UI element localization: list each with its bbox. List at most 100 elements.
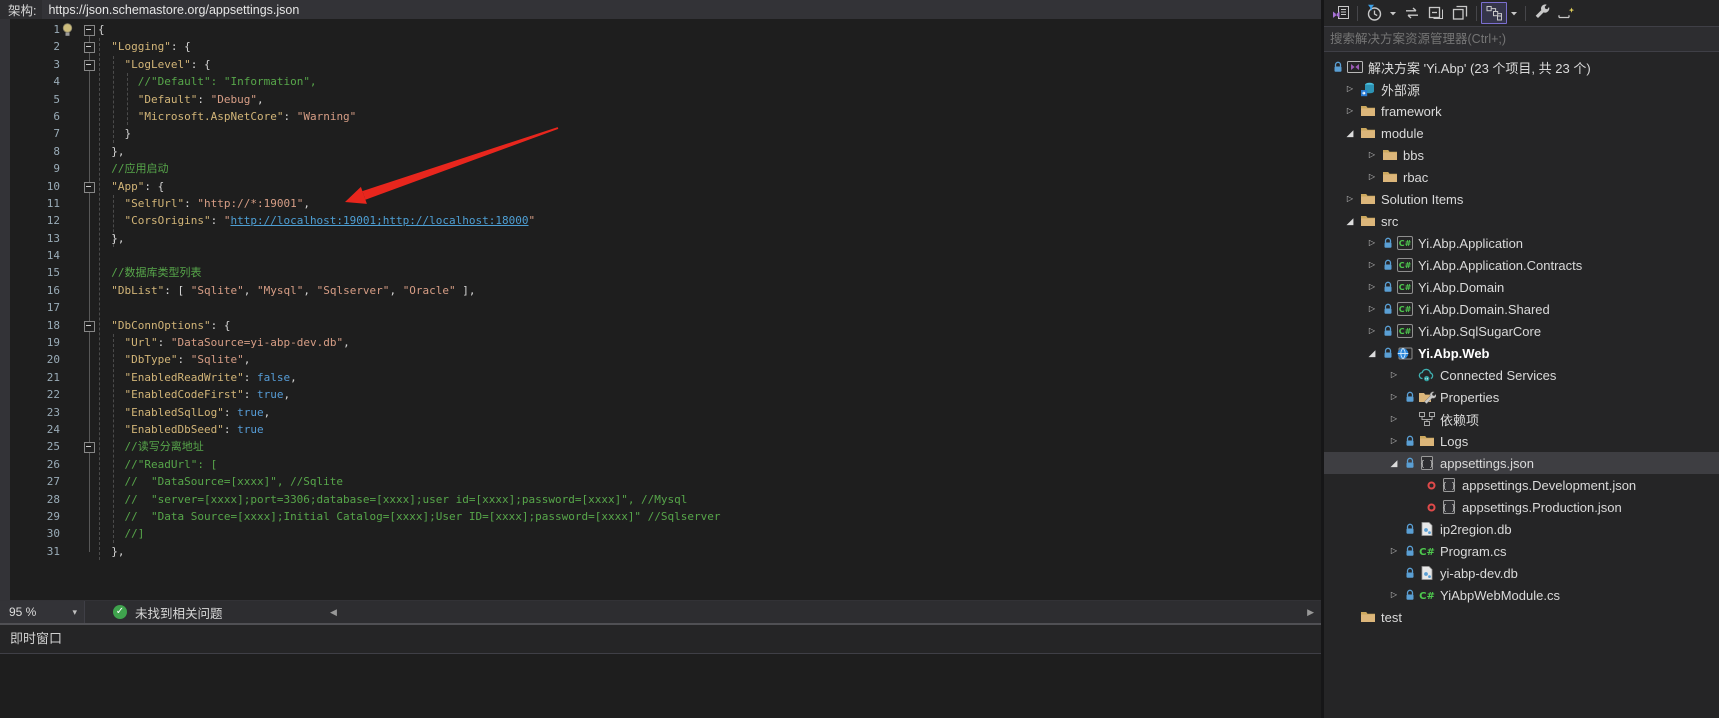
- fold-collapse-icon[interactable]: [84, 42, 95, 53]
- tree-item-11[interactable]: ▷C#Yi.Abp.Domain.Shared: [1324, 298, 1719, 320]
- code-line[interactable]: 11 "SelfUrl": "http://*:19001",: [0, 195, 1321, 212]
- sync-with-active-document-icon[interactable]: [1400, 3, 1424, 23]
- code-line[interactable]: 27 // "DataSource=[xxxx]", //Sqlite: [0, 473, 1321, 490]
- chevron-collapsed-icon[interactable]: ▷: [1364, 144, 1380, 166]
- code-line[interactable]: 8 },: [0, 143, 1321, 160]
- tree-item-13[interactable]: ◢Yi.Abp.Web: [1324, 342, 1719, 364]
- search-input[interactable]: [1324, 32, 1719, 46]
- tree-item-24[interactable]: ▷C#YiAbpWebModule.cs: [1324, 584, 1719, 606]
- code-line[interactable]: 24 "EnabledDbSeed": true: [0, 421, 1321, 438]
- chevron-collapsed-icon[interactable]: ▷: [1364, 166, 1380, 188]
- code-line[interactable]: 7 }: [0, 125, 1321, 142]
- tree-item-9[interactable]: ▷C#Yi.Abp.Application.Contracts: [1324, 254, 1719, 276]
- tree-item-1[interactable]: ▷外部源: [1324, 78, 1719, 100]
- code-line[interactable]: 31 },: [0, 543, 1321, 560]
- tree-item-21[interactable]: ip2region.db: [1324, 518, 1719, 540]
- fold-collapse-icon[interactable]: [84, 321, 95, 332]
- immediate-window-title[interactable]: 即时窗口: [0, 625, 1321, 654]
- chevron-collapsed-icon[interactable]: ▷: [1386, 408, 1402, 430]
- tree-item-solution-root[interactable]: 解决方案 'Yi.Abp' (23 个项目, 共 23 个): [1324, 56, 1719, 78]
- schema-url-combobox[interactable]: https://json.schemastore.org/appsettings…: [42, 0, 1321, 19]
- fold-collapse-icon[interactable]: [84, 442, 95, 453]
- code-line[interactable]: 12 "CorsOrigins": "http://localhost:1900…: [0, 212, 1321, 229]
- tree-item-3[interactable]: ◢module: [1324, 122, 1719, 144]
- code-line[interactable]: 10 "App": {: [0, 178, 1321, 195]
- chevron-collapsed-icon[interactable]: ▷: [1342, 78, 1358, 100]
- code-line[interactable]: 19 "Url": "DataSource=yi-abp-dev.db",: [0, 334, 1321, 351]
- code-line[interactable]: 28 // "server=[xxxx];port=3306;database=…: [0, 491, 1321, 508]
- code-line[interactable]: 3 "LogLevel": {: [0, 56, 1321, 73]
- tree-item-2[interactable]: ▷framework: [1324, 100, 1719, 122]
- chevron-collapsed-icon[interactable]: ▷: [1364, 298, 1380, 320]
- show-all-files-icon[interactable]: [1448, 3, 1472, 23]
- chevron-collapsed-icon[interactable]: ▷: [1386, 540, 1402, 562]
- properties-icon[interactable]: [1530, 3, 1554, 23]
- chevron-collapsed-icon[interactable]: ▷: [1364, 320, 1380, 342]
- fold-collapse-icon[interactable]: [84, 60, 95, 71]
- chevron-collapsed-icon[interactable]: ▷: [1386, 364, 1402, 386]
- tree-item-8[interactable]: ▷C#Yi.Abp.Application: [1324, 232, 1719, 254]
- fold-collapse-icon[interactable]: [84, 25, 95, 36]
- chevron-expanded-icon[interactable]: ◢: [1342, 210, 1358, 232]
- tree-item-20[interactable]: { }appsettings.Production.json: [1324, 496, 1719, 518]
- hscrollbar-right-arrow[interactable]: ▶: [1307, 601, 1314, 623]
- tree-item-17[interactable]: ▷Logs: [1324, 430, 1719, 452]
- chevron-expanded-icon[interactable]: ◢: [1342, 122, 1358, 144]
- code-line[interactable]: 26 //"ReadUrl": [: [0, 456, 1321, 473]
- chevron-collapsed-icon[interactable]: ▷: [1364, 232, 1380, 254]
- chevron-expanded-icon[interactable]: ◢: [1364, 342, 1380, 364]
- tree-item-23[interactable]: yi-abp-dev.db: [1324, 562, 1719, 584]
- tree-item-19[interactable]: { }appsettings.Development.json: [1324, 474, 1719, 496]
- code-line[interactable]: 22 "EnabledCodeFirst": true,: [0, 386, 1321, 403]
- tree-item-16[interactable]: ▷依赖项: [1324, 408, 1719, 430]
- pending-changes-filter-icon[interactable]: [1362, 3, 1386, 23]
- code-line[interactable]: 9 //应用启动: [0, 160, 1321, 177]
- preview-selected-items-icon[interactable]: [1554, 3, 1578, 23]
- code-line[interactable]: 6 "Microsoft.AspNetCore": "Warning": [0, 108, 1321, 125]
- zoom-level-select[interactable]: 95 % ▾: [0, 601, 85, 623]
- chevron-collapsed-icon[interactable]: ▷: [1364, 254, 1380, 276]
- tree-item-5[interactable]: ▷rbac: [1324, 166, 1719, 188]
- collapse-all-icon[interactable]: [1424, 3, 1448, 23]
- code-link[interactable]: http://localhost:19001;http://localhost:…: [230, 214, 528, 227]
- code-line[interactable]: 20 "DbType": "Sqlite",: [0, 351, 1321, 368]
- chevron-collapsed-icon[interactable]: ▷: [1386, 584, 1402, 606]
- code-line[interactable]: 29 // "Data Source=[xxxx];Initial Catalo…: [0, 508, 1321, 525]
- tree-item-6[interactable]: ▷Solution Items: [1324, 188, 1719, 210]
- code-line[interactable]: 18 "DbConnOptions": {: [0, 317, 1321, 334]
- dropdown-caret-icon[interactable]: [1507, 3, 1521, 23]
- switch-views-icon[interactable]: [1329, 3, 1353, 23]
- hscrollbar-left-arrow[interactable]: ◀: [330, 601, 337, 623]
- tree-item-14[interactable]: ▷Connected Services: [1324, 364, 1719, 386]
- chevron-collapsed-icon[interactable]: ▷: [1386, 430, 1402, 452]
- tree-item-12[interactable]: ▷C#Yi.Abp.SqlSugarCore: [1324, 320, 1719, 342]
- code-line[interactable]: 14: [0, 247, 1321, 264]
- code-line[interactable]: 5 "Default": "Debug",: [0, 91, 1321, 108]
- code-line[interactable]: 15 //数据库类型列表: [0, 264, 1321, 281]
- immediate-window-body[interactable]: [0, 654, 1321, 718]
- code-line[interactable]: 16 "DbList": [ "Sqlite", "Mysql", "Sqlse…: [0, 282, 1321, 299]
- code-line[interactable]: 13 },: [0, 230, 1321, 247]
- code-editor[interactable]: 1{2 "Logging": {3 "LogLevel": {4 //"Defa…: [0, 19, 1321, 600]
- tree-item-10[interactable]: ▷C#Yi.Abp.Domain: [1324, 276, 1719, 298]
- code-line[interactable]: 2 "Logging": {: [0, 38, 1321, 55]
- code-line[interactable]: 1{: [0, 21, 1321, 38]
- chevron-collapsed-icon[interactable]: ▷: [1342, 188, 1358, 210]
- tree-item-7[interactable]: ◢src: [1324, 210, 1719, 232]
- document-health-indicator[interactable]: ✓ 未找到相关问题: [113, 601, 223, 623]
- tree-item-18[interactable]: ◢{ }appsettings.json: [1324, 452, 1719, 474]
- chevron-collapsed-icon[interactable]: ▷: [1364, 276, 1380, 298]
- code-line[interactable]: 4 //"Default": "Information",: [0, 73, 1321, 90]
- dropdown-caret-icon[interactable]: [1386, 3, 1400, 23]
- tree-item-4[interactable]: ▷bbs: [1324, 144, 1719, 166]
- chevron-expanded-icon[interactable]: ◢: [1386, 452, 1402, 474]
- track-active-item-icon[interactable]: [1481, 2, 1507, 24]
- chevron-collapsed-icon[interactable]: ▷: [1342, 100, 1358, 122]
- fold-collapse-icon[interactable]: [84, 182, 95, 193]
- tree-item-25[interactable]: test: [1324, 606, 1719, 628]
- tree-item-22[interactable]: ▷C#Program.cs: [1324, 540, 1719, 562]
- code-line[interactable]: 21 "EnabledReadWrite": false,: [0, 369, 1321, 386]
- code-line[interactable]: 23 "EnabledSqlLog": true,: [0, 404, 1321, 421]
- chevron-collapsed-icon[interactable]: ▷: [1386, 386, 1402, 408]
- code-line[interactable]: 25 //读写分离地址: [0, 438, 1321, 455]
